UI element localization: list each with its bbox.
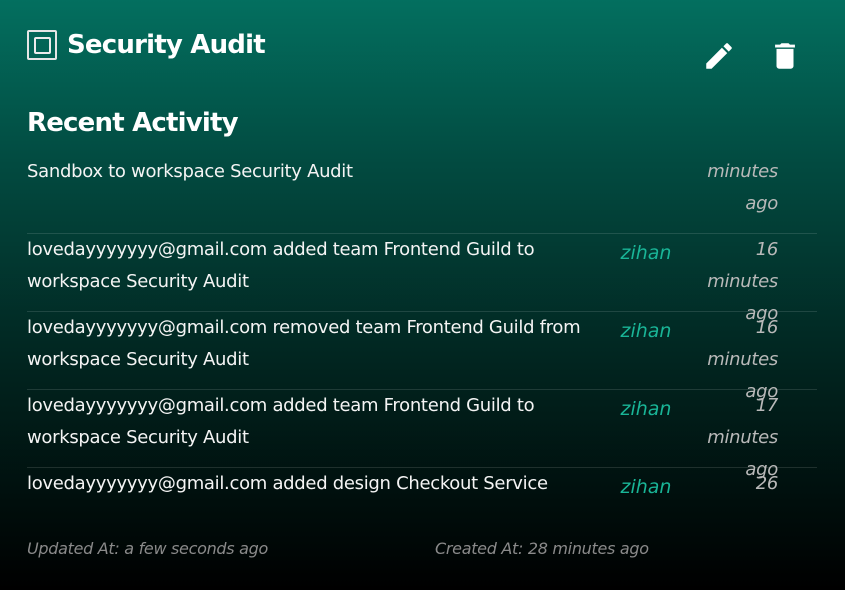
activity-user[interactable]: zihan bbox=[612, 312, 680, 389]
activity-time: minutes ago bbox=[680, 156, 778, 233]
activity-time-line1: 16 minutes bbox=[707, 317, 778, 370]
activity-list: Sandbox to workspace Security Audit minu… bbox=[27, 156, 817, 514]
activity-time-line2: ago bbox=[745, 193, 778, 214]
card-title: Security Audit bbox=[67, 30, 266, 60]
trash-icon bbox=[775, 43, 795, 69]
select-checkbox[interactable] bbox=[27, 30, 57, 60]
checkbox-inner bbox=[33, 36, 51, 54]
activity-time-line1: 16 minutes bbox=[707, 239, 778, 292]
activity-time-line1: 26 bbox=[755, 473, 779, 494]
activity-message: lovedayyyyyyy@gmail.com added design Che… bbox=[27, 473, 548, 494]
activity-time: 16 minutes ago bbox=[680, 312, 778, 402]
activity-time: 17 minutes ago bbox=[680, 390, 778, 480]
activity-user[interactable] bbox=[612, 156, 680, 233]
activity-row: lovedayyyyyyy@gmail.com added team Front… bbox=[27, 390, 817, 480]
activity-row: Sandbox to workspace Security Audit minu… bbox=[27, 156, 817, 234]
created-at: Created At: 28 minutes ago bbox=[435, 539, 649, 558]
activity-row: lovedayyyyyyy@gmail.com added team Front… bbox=[27, 234, 817, 324]
activity-message: lovedayyyyyyy@gmail.com added team Front… bbox=[27, 239, 535, 292]
activity-time: 26 bbox=[680, 468, 779, 514]
delete-button[interactable] bbox=[767, 38, 803, 74]
edit-button[interactable] bbox=[701, 38, 737, 74]
activity-time-line1: 17 minutes bbox=[707, 395, 778, 448]
activity-row: lovedayyyyyyy@gmail.com removed team Fro… bbox=[27, 312, 817, 402]
activity-time-line1: minutes bbox=[707, 161, 778, 182]
card-actions bbox=[701, 38, 803, 74]
activity-user[interactable]: zihan bbox=[612, 468, 680, 514]
updated-at: Updated At: a few seconds ago bbox=[27, 539, 268, 558]
activity-row: lovedayyyyyyy@gmail.com added design Che… bbox=[27, 468, 817, 514]
activity-message: Sandbox to workspace Security Audit bbox=[27, 161, 353, 182]
activity-message: lovedayyyyyyy@gmail.com removed team Fro… bbox=[27, 317, 581, 370]
pencil-icon bbox=[706, 43, 732, 69]
activity-message: lovedayyyyyyy@gmail.com added team Front… bbox=[27, 395, 535, 448]
recent-activity-heading: Recent Activity bbox=[27, 108, 239, 138]
card-header: Security Audit bbox=[27, 30, 266, 60]
activity-user[interactable]: zihan bbox=[612, 234, 680, 311]
activity-time: 16 minutes ago bbox=[680, 234, 778, 324]
activity-user[interactable]: zihan bbox=[612, 390, 680, 467]
